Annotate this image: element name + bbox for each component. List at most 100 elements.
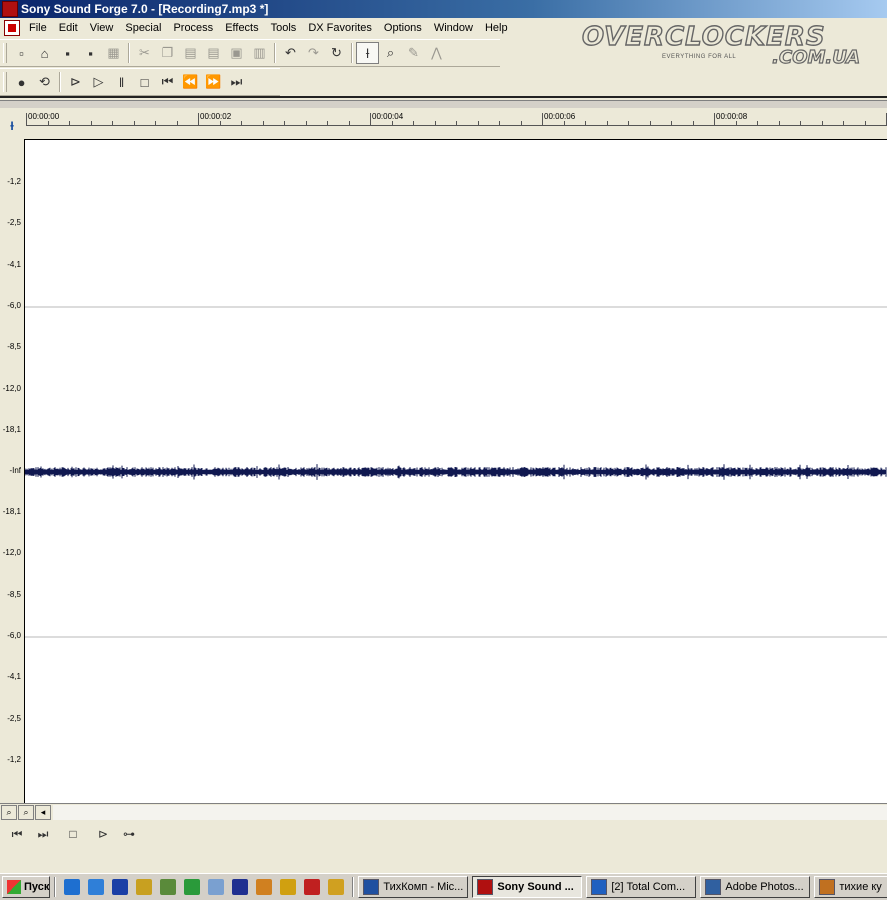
level-label: -18,1 [2,425,21,434]
redo-button[interactable]: ↷ [302,42,325,64]
level-label: -1,2 [7,755,21,764]
task-button[interactable]: Sony Sound ... [472,876,583,898]
menu-item-special[interactable]: Special [119,22,167,34]
horizontal-scrollbar[interactable] [53,804,887,820]
envelope-tool-icon: ⋀ [431,45,442,60]
play-button[interactable]: ⊳ [90,823,116,845]
menu-item-edit[interactable]: Edit [53,22,84,34]
toolbar-grip[interactable] [3,43,7,63]
ruler-minor-tick [821,121,823,125]
pause-button[interactable]: ‖ [110,71,133,93]
ruler-minor-tick [778,121,780,125]
zoom-out-button[interactable]: ⌕ [18,804,34,820]
menu-item-view[interactable]: View [84,22,120,34]
red-icon[interactable] [304,879,321,895]
menu-item-tools[interactable]: Tools [265,22,303,34]
go-to-end-icon: ⏭ [230,74,243,89]
menu-item-process[interactable]: Process [167,22,219,34]
crop-button[interactable]: ▣ [225,42,248,64]
repeat-button[interactable]: ↻ [325,42,348,64]
new-button[interactable]: ▫ [10,42,33,64]
magnify-tool-icon: ⌕ [386,45,395,60]
task-button[interactable]: тихие ку [814,876,887,898]
task-button[interactable]: ТихКомп - Mic... [358,876,469,898]
ruler-minor-tick [69,121,70,125]
forward-button[interactable]: ⏩ [202,71,225,93]
ruler-minor-tick [413,121,414,125]
mix-button[interactable]: ▤ [202,42,225,64]
magnify-tool-button[interactable]: ⌕ [379,42,402,64]
ruler-minor-tick [499,121,500,125]
record-button[interactable]: ● [10,71,33,93]
menu-item-file[interactable]: File [23,22,53,34]
zoom-in-button[interactable]: ⌕ [1,804,17,820]
play-button[interactable]: ▷ [87,71,110,93]
level-label: -8,5 [7,342,21,351]
floppy-icon[interactable] [112,879,129,895]
menu-item-window[interactable]: Window [428,22,479,34]
copy-button[interactable]: ❐ [156,42,179,64]
new-icon: ▫ [19,45,24,61]
envelope-tool-button[interactable]: ⋀ [425,42,448,64]
stop-button[interactable]: □ [60,823,86,845]
task-label: Adobe Photos... [725,881,804,893]
ruler-minor-tick [757,121,758,125]
u-icon[interactable] [280,879,297,895]
ruler-minor-tick [176,121,178,125]
network-icon[interactable] [208,879,225,895]
save-as-button[interactable]: ▪ [79,42,102,64]
clock-icon[interactable] [328,879,345,895]
ruler-major-tick [26,113,27,125]
ruler-minor-tick [391,121,393,125]
quick-launch [60,879,348,895]
ie-icon[interactable] [64,879,81,895]
rewind-button[interactable]: ⏪ [179,71,202,93]
time-ruler[interactable]: Ɨ 00:00:00 00:00:02 00:00:04 00:00:06 00:00:… [0,110,887,138]
record-icon: ● [17,74,26,90]
task-button[interactable]: [2] Total Com... [586,876,697,898]
save-all-button[interactable]: ▦ [102,42,125,64]
standard-toolbar: ▫ ⌂ ▪ ▪ ▦ ✂ ❐ ▤ ▤ ▣ ▥ ↶ ↷ ↻ Ɨ ⌕ ✎ ⋀ [0,39,500,67]
cut-button[interactable]: ✂ [133,42,156,64]
stop-button[interactable]: □ [133,71,156,93]
tool-icon[interactable] [136,879,153,895]
level-label: -1,2 [7,177,21,186]
ruler-minor-tick [585,121,586,125]
globe-icon[interactable] [184,879,201,895]
overview-bar[interactable] [0,100,887,108]
menu-item-help[interactable]: Help [479,22,514,34]
level-label: -18,1 [2,507,21,516]
go-to-end-button[interactable]: ⏭ [30,823,56,845]
paste-button[interactable]: ▤ [179,42,202,64]
scroll-left-button[interactable]: ◂ [35,804,51,820]
loop-button[interactable]: ⟲ [33,71,56,93]
outlook-icon[interactable] [88,879,105,895]
go-to-start-button[interactable]: ⏮ [4,823,30,845]
ruler-minor-tick [133,121,135,125]
go-to-start-button[interactable]: ⏮ [156,71,179,93]
task-button[interactable]: Adobe Photos... [700,876,811,898]
satellite-icon[interactable] [160,879,177,895]
trim-button[interactable]: ▥ [248,42,271,64]
undo-button[interactable]: ↶ [279,42,302,64]
ruler-tool-icon[interactable]: Ɨ [3,118,21,134]
menu-item-effects[interactable]: Effects [219,22,264,34]
go-to-end-button[interactable]: ⏭ [225,71,248,93]
document-icon[interactable] [4,20,20,36]
title-bar[interactable]: Sony Sound Forge 7.0 - [Recording7.mp3 *… [0,0,887,18]
save-button[interactable]: ▪ [56,42,79,64]
menu-item-dx-favorites[interactable]: DX Favorites [302,22,378,34]
app-icon[interactable] [2,1,18,17]
open-button[interactable]: ⌂ [33,42,56,64]
edit-tool-button[interactable]: Ɨ [356,42,379,64]
menu-item-options[interactable]: Options [378,22,428,34]
start-button[interactable]: Пуск [2,876,51,898]
heart-icon[interactable] [256,879,273,895]
toolbar-grip[interactable] [3,72,7,92]
play-plug-button[interactable]: ⊶ [116,823,142,845]
pencil-tool-button[interactable]: ✎ [402,42,425,64]
waveform-display[interactable] [25,139,887,803]
play-all-button[interactable]: ⊳ [64,71,87,93]
m-icon[interactable] [232,879,249,895]
app-window: Sony Sound Forge 7.0 - [Recording7.mp3 *… [0,0,887,900]
